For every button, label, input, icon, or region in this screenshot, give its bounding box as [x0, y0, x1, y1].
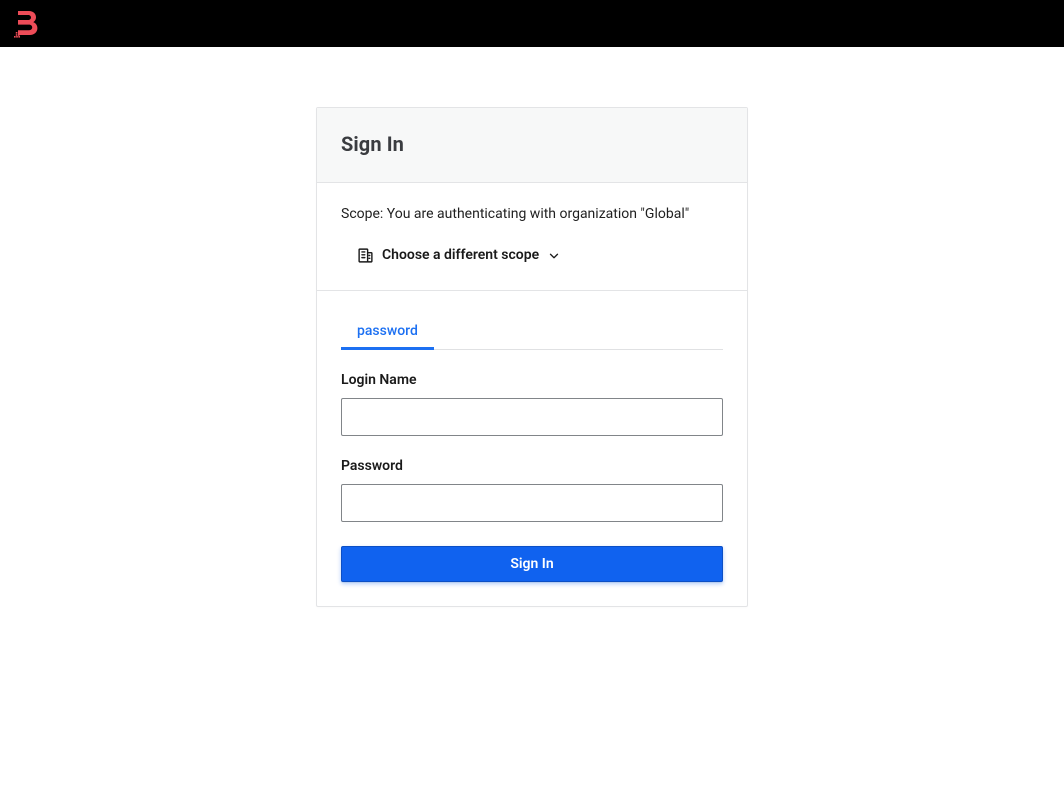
card-header: Sign In: [317, 108, 747, 183]
form-section: password Login Name Password Sign In: [317, 291, 747, 606]
scope-section: Scope: You are authenticating with organ…: [317, 183, 747, 291]
scope-suffix: ": [685, 206, 689, 222]
app-logo[interactable]: [14, 10, 39, 38]
scope-prefix: Scope: You are authenticating with organ…: [341, 206, 645, 222]
chevron-down-icon: [547, 248, 561, 262]
scope-org-name: Global: [645, 206, 685, 222]
building-icon: [357, 247, 374, 264]
sign-in-button[interactable]: Sign In: [341, 546, 723, 582]
login-label: Login Name: [341, 372, 723, 388]
tab-password[interactable]: password: [341, 315, 434, 349]
auth-method-tabs: password: [341, 315, 723, 350]
signin-card: Sign In Scope: You are authenticating wi…: [316, 107, 748, 607]
login-name-input[interactable]: [341, 398, 723, 436]
choose-scope-label: Choose a different scope: [382, 247, 539, 263]
choose-scope-button[interactable]: Choose a different scope: [341, 247, 723, 264]
password-input[interactable]: [341, 484, 723, 522]
password-label: Password: [341, 458, 723, 474]
scope-message: Scope: You are authenticating with organ…: [341, 205, 723, 225]
page-title: Sign In: [341, 132, 723, 156]
